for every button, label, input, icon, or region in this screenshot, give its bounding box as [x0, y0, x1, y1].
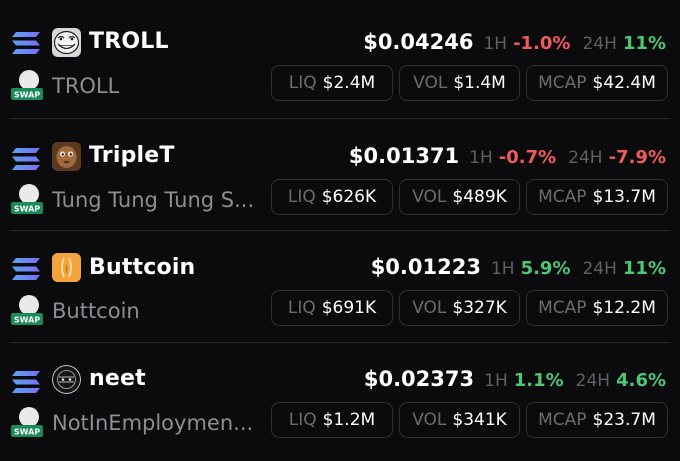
- token-symbol: TROLL: [89, 29, 169, 54]
- buttcoin-icon: [52, 253, 81, 282]
- vol-value: $341K: [452, 410, 507, 430]
- market-cap-chip[interactable]: MCAP $42.4M: [526, 65, 668, 101]
- market-cap-chip[interactable]: MCAP $12.2M: [526, 290, 668, 326]
- change-24h: 11%: [622, 258, 666, 279]
- mcap-label: MCAP: [538, 298, 587, 318]
- liquidity-chip[interactable]: LIQ $691K: [271, 290, 393, 326]
- token-symbol: Buttcoin: [89, 255, 196, 280]
- price-line: $0.01371 1H -0.7% 24H -7.9%: [349, 144, 666, 168]
- swap-badge-text: SWAP: [14, 316, 40, 325]
- liq-value: $1.2M: [322, 410, 376, 430]
- solana-icon: [12, 258, 40, 280]
- timeframe-1h-label: 1H: [490, 259, 515, 279]
- change-24h: 11%: [622, 33, 666, 54]
- mcap-label: MCAP: [538, 410, 587, 430]
- token-stats: LIQ $626K VOL $489K MCAP $13.7M: [271, 179, 668, 215]
- token-stats: LIQ $2.4M VOL $1.4M MCAP $42.4M: [271, 65, 668, 101]
- change-1h: -1.0%: [513, 33, 571, 54]
- token-name: Buttcoin: [52, 299, 140, 323]
- vol-value: $327K: [452, 298, 507, 318]
- mcap-value: $12.2M: [592, 298, 656, 318]
- vol-value: $489K: [452, 187, 507, 207]
- mcap-value: $42.4M: [592, 73, 656, 93]
- swap-icon: SWAP: [11, 70, 43, 100]
- change-1h: -0.7%: [498, 147, 557, 168]
- liq-label: LIQ: [288, 73, 317, 93]
- solana-icon: [12, 32, 40, 54]
- timeframe-24h-label: 24H: [568, 148, 603, 168]
- token-row-troll[interactable]: TROLL $0.04246 1H -1.0% 24H 11% SWAP TRO…: [0, 0, 680, 114]
- mcap-value: $13.7M: [592, 187, 656, 207]
- swap-icon: SWAP: [11, 295, 43, 325]
- timeframe-1h-label: 1H: [484, 371, 508, 391]
- volume-chip[interactable]: VOL $489K: [399, 179, 520, 215]
- token-name: TROLL: [52, 74, 120, 98]
- token-price: $0.02373: [363, 367, 475, 391]
- swap-badge-text: SWAP: [14, 91, 40, 100]
- vol-label: VOL: [412, 187, 447, 207]
- liquidity-chip[interactable]: LIQ $1.2M: [271, 402, 393, 438]
- timeframe-1h-label: 1H: [469, 148, 493, 168]
- swap-icon: SWAP: [11, 407, 43, 437]
- solana-icon: [12, 148, 40, 170]
- volume-chip[interactable]: VOL $1.4M: [399, 65, 520, 101]
- liquidity-chip[interactable]: LIQ $626K: [271, 179, 393, 215]
- swap-icon: SWAP: [11, 184, 43, 214]
- liq-label: LIQ: [287, 187, 316, 207]
- mcap-label: MCAP: [538, 187, 587, 207]
- token-stats: LIQ $1.2M VOL $341K MCAP $23.7M: [271, 402, 668, 438]
- change-24h: -7.9%: [608, 147, 666, 168]
- change-24h: 4.6%: [616, 370, 666, 391]
- volume-chip[interactable]: VOL $327K: [399, 290, 520, 326]
- token-symbol: neet: [89, 366, 146, 391]
- liquidity-chip[interactable]: LIQ $2.4M: [271, 65, 393, 101]
- neet-icon: [52, 365, 81, 394]
- liq-label: LIQ: [287, 298, 316, 318]
- token-stats: LIQ $691K VOL $327K MCAP $12.2M: [271, 290, 668, 326]
- change-1h: 5.9%: [520, 258, 571, 279]
- mcap-value: $23.7M: [592, 410, 656, 430]
- market-cap-chip[interactable]: MCAP $23.7M: [526, 402, 668, 438]
- price-line: $0.02373 1H 1.1% 24H 4.6%: [364, 367, 666, 391]
- timeframe-24h-label: 24H: [582, 34, 617, 54]
- token-row-neet[interactable]: neet $0.02373 1H 1.1% 24H 4.6% SWAP NotI…: [0, 339, 680, 453]
- swap-badge-text: SWAP: [14, 428, 40, 437]
- liq-value: $626K: [321, 187, 377, 207]
- timeframe-24h-label: 24H: [582, 259, 617, 279]
- token-price: $0.01371: [348, 144, 460, 168]
- token-price: $0.04246: [363, 30, 474, 54]
- market-cap-chip[interactable]: MCAP $13.7M: [526, 179, 668, 215]
- token-row-triplet[interactable]: TripleT $0.01371 1H -0.7% 24H -7.9% SWAP…: [0, 116, 680, 230]
- token-price: $0.01223: [370, 255, 481, 279]
- token-name: NotInEmploymen...: [52, 411, 254, 435]
- wooden-figure-icon: [52, 142, 81, 171]
- liq-value: $2.4M: [322, 73, 376, 93]
- change-1h: 1.1%: [513, 370, 564, 391]
- timeframe-24h-label: 24H: [575, 371, 611, 391]
- solana-icon: [12, 371, 40, 393]
- troll-face-icon: [52, 28, 81, 57]
- vol-label: VOL: [413, 73, 448, 93]
- mcap-label: MCAP: [538, 73, 587, 93]
- vol-label: VOL: [412, 298, 447, 318]
- liq-value: $691K: [321, 298, 377, 318]
- price-line: $0.01223 1H 5.9% 24H 11%: [371, 255, 666, 279]
- timeframe-1h-label: 1H: [483, 34, 508, 54]
- vol-label: VOL: [412, 410, 447, 430]
- swap-badge-text: SWAP: [14, 205, 40, 214]
- token-name: Tung Tung Tung S...: [52, 188, 255, 212]
- volume-chip[interactable]: VOL $341K: [399, 402, 520, 438]
- liq-label: LIQ: [288, 410, 317, 430]
- vol-value: $1.4M: [453, 73, 506, 93]
- token-symbol: TripleT: [89, 143, 175, 168]
- token-row-buttcoin[interactable]: Buttcoin $0.01223 1H 5.9% 24H 11% SWAP B…: [0, 227, 680, 341]
- price-line: $0.04246 1H -1.0% 24H 11%: [363, 30, 666, 54]
